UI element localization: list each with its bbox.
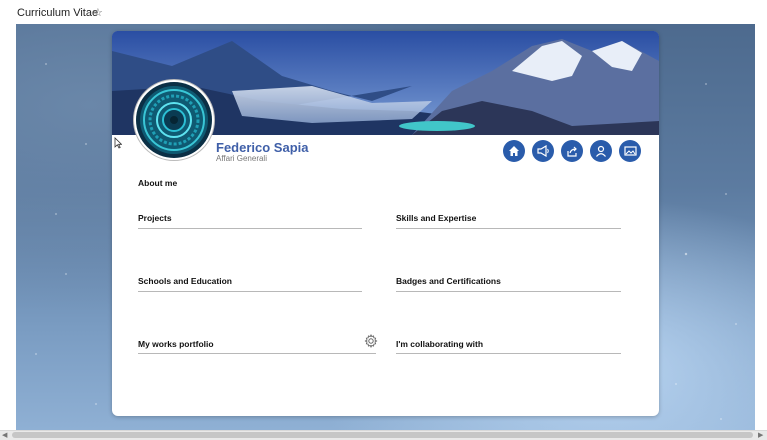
person-icon bbox=[596, 145, 606, 157]
announce-button[interactable] bbox=[532, 140, 554, 162]
collaborating-heading: I'm collaborating with bbox=[396, 339, 484, 349]
profile-role: Affari Generali bbox=[216, 154, 267, 163]
title-bar: Curriculum Vitae ☆ bbox=[0, 0, 767, 24]
schools-divider bbox=[138, 291, 362, 292]
profile-card: Federico Sapia Affari Generali About me … bbox=[112, 31, 659, 416]
skills-heading: Skills and Expertise bbox=[396, 213, 477, 223]
home-button[interactable] bbox=[503, 140, 525, 162]
portfolio-divider bbox=[138, 353, 376, 354]
projects-divider bbox=[138, 228, 362, 229]
home-icon bbox=[509, 146, 519, 156]
avatar[interactable] bbox=[136, 82, 212, 158]
collaborating-divider bbox=[396, 353, 621, 354]
scrollbar-thumb[interactable] bbox=[12, 432, 753, 438]
gear-icon[interactable] bbox=[364, 334, 378, 348]
badges-heading: Badges and Certifications bbox=[396, 276, 501, 286]
portfolio-heading: My works portfolio bbox=[138, 339, 214, 349]
image-icon bbox=[623, 146, 637, 156]
megaphone-icon bbox=[536, 145, 549, 157]
page-title: Curriculum Vitae bbox=[17, 7, 99, 19]
profile-name: Federico Sapia bbox=[216, 140, 309, 155]
avatar-pattern-icon bbox=[136, 82, 212, 158]
mouse-cursor-icon bbox=[114, 137, 122, 149]
share-button[interactable] bbox=[561, 140, 583, 162]
about-heading: About me bbox=[138, 178, 178, 188]
share-icon bbox=[567, 146, 577, 157]
badges-divider bbox=[396, 291, 621, 292]
schools-heading: Schools and Education bbox=[138, 276, 232, 286]
favorite-star-icon[interactable]: ☆ bbox=[93, 6, 103, 19]
starry-background: Federico Sapia Affari Generali About me … bbox=[16, 24, 755, 430]
gallery-button[interactable] bbox=[619, 140, 641, 162]
projects-heading: Projects bbox=[138, 213, 172, 223]
skills-divider bbox=[396, 228, 621, 229]
profile-button[interactable] bbox=[590, 140, 612, 162]
